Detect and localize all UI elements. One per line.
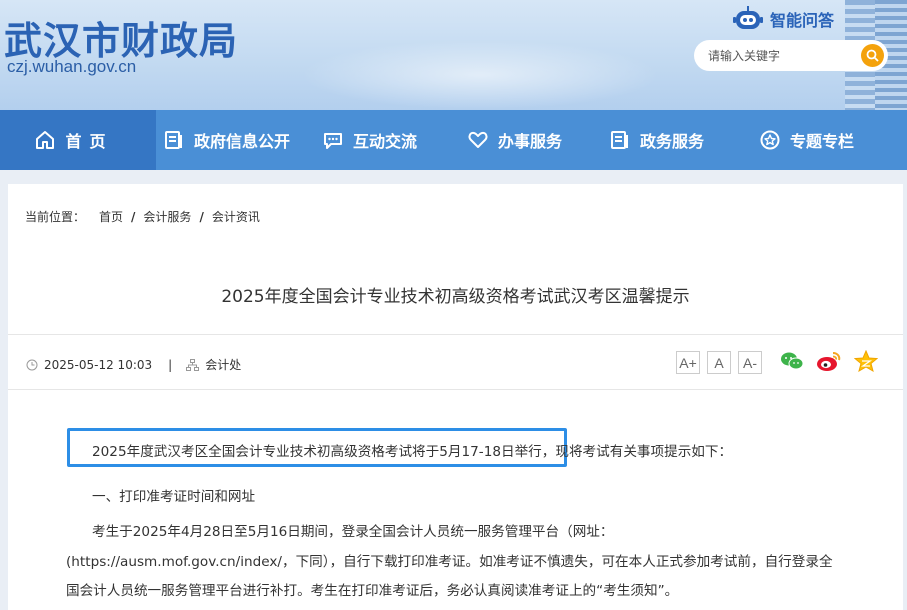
font-size-small-button[interactable]: A-	[738, 351, 762, 374]
divider	[8, 389, 903, 390]
home-icon	[36, 131, 55, 149]
site-header: 武汉市财政局 czj.wuhan.gov.cn 智能问答	[0, 0, 907, 110]
nav-item-label: 首页	[65, 132, 114, 151]
breadcrumb-separator: /	[199, 209, 204, 224]
share-qzone-button[interactable]	[854, 350, 878, 372]
publish-date: 2025-05-12 10:03	[44, 357, 153, 372]
share-buttons	[780, 350, 890, 372]
main-nav: 首页 政府信息公开 互动交流 办事服务 政务服务 专题专栏	[0, 110, 907, 170]
article-section-heading: 一、打印准考证时间和网址	[92, 489, 256, 505]
share-wechat-button[interactable]	[780, 351, 804, 371]
breadcrumb-link-home[interactable]: 首页	[99, 208, 123, 225]
search-button[interactable]	[861, 44, 884, 67]
ai-assistant-label: 智能问答	[770, 11, 835, 30]
breadcrumb-separator: /	[131, 209, 136, 224]
search-input[interactable]	[694, 48, 854, 63]
nav-item-gov-info[interactable]: 政府信息公开	[156, 110, 312, 170]
site-url: czj.wuhan.gov.cn	[7, 57, 137, 76]
wechat-icon	[781, 352, 804, 370]
article-meta: 2025-05-12 10:03 | 会计处	[26, 356, 241, 373]
ai-assistant-button[interactable]: 智能问答	[732, 4, 834, 34]
clock-icon	[26, 359, 38, 370]
nav-item-gov-services[interactable]: 政务服务	[600, 110, 747, 170]
nav-item-interaction[interactable]: 互动交流	[312, 110, 457, 170]
font-size-large-button[interactable]: A+	[676, 351, 700, 374]
robot-icon	[733, 6, 763, 29]
article-panel: 当前位置： 首页 / 会计服务 / 会计资讯 2025年度全国会计专业技术初高级…	[8, 184, 903, 610]
qzone-star-icon	[854, 350, 878, 372]
meta-separator: |	[168, 357, 173, 372]
font-size-controls: A+ A A-	[676, 351, 769, 374]
nav-item-label: 互动交流	[353, 132, 418, 151]
weibo-icon	[817, 352, 841, 371]
nav-item-label: 政府信息公开	[194, 132, 291, 151]
star-circle-icon	[760, 130, 780, 150]
header-decoration	[300, 40, 660, 110]
org-chart-icon	[186, 358, 200, 371]
font-size-medium-button[interactable]: A	[707, 351, 731, 374]
chat-icon	[324, 133, 342, 149]
breadcrumb-link-accounting-services[interactable]: 会计服务	[143, 208, 191, 225]
share-weibo-button[interactable]	[816, 350, 842, 372]
heart-icon	[468, 131, 488, 148]
document-list-icon	[165, 131, 182, 149]
nav-item-services[interactable]: 办事服务	[457, 110, 600, 170]
nav-item-label: 办事服务	[498, 132, 563, 151]
nav-item-label: 政务服务	[640, 132, 705, 151]
nav-item-label: 专题专栏	[790, 132, 855, 151]
article-paragraph: 考生于2025年4月28日至5月16日期间，登录全国会计人员统一服务管理平台（网…	[66, 524, 833, 599]
breadcrumb-prefix: 当前位置：	[25, 210, 86, 224]
search-box	[694, 40, 888, 71]
article-title: 2025年度全国会计专业技术初高级资格考试武汉考区温馨提示	[221, 287, 690, 307]
article-paragraph: 2025年度武汉考区全国会计专业技术初高级资格考试将于5月17-18日举行，现将…	[92, 444, 733, 460]
breadcrumb-link-accounting-news[interactable]: 会计资讯	[212, 208, 260, 225]
list-icon	[611, 131, 628, 149]
divider	[8, 334, 903, 335]
search-icon	[866, 49, 879, 62]
nav-item-special-topics[interactable]: 专题专栏	[747, 110, 907, 170]
breadcrumb: 当前位置： 首页 / 会计服务 / 会计资讯	[25, 208, 260, 225]
article-source: 会计处	[205, 358, 242, 372]
nav-item-home[interactable]: 首页	[0, 110, 156, 170]
